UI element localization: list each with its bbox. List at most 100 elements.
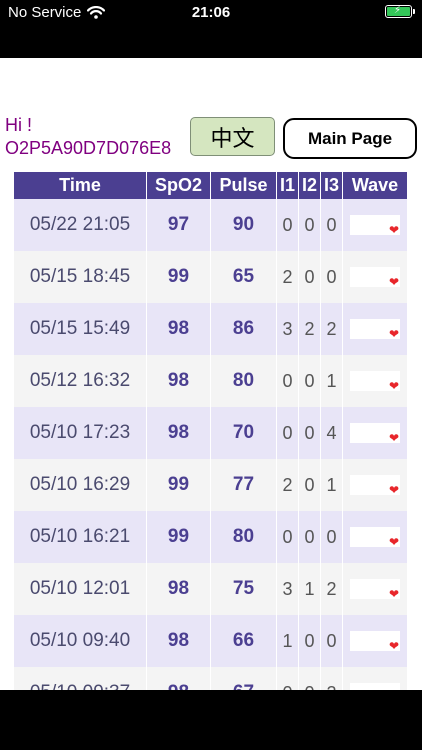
cell-time: 05/10 16:21 [14,511,147,563]
column-header-i1: I1 [277,172,299,199]
wave-thumbnail[interactable]: ❤ [350,683,400,690]
cell-time: 05/22 21:05 [14,199,147,251]
cell-i3: 0 [321,511,343,563]
cell-time: 05/10 12:01 [14,563,147,615]
heart-icon: ❤ [388,431,399,445]
cell-spo2: 98 [147,407,211,459]
battery-tip [413,9,415,14]
cell-spo2: 98 [147,615,211,667]
cell-i2: 0 [299,199,321,251]
cell-time: 05/10 09:37 [14,667,147,690]
cell-i1: 0 [277,407,299,459]
charging-bolt-icon: ⚡ [394,5,402,16]
cell-spo2: 98 [147,563,211,615]
table-row[interactable]: 05/12 16:32 98 80 0 0 1 ❤ [14,355,407,407]
cell-i2: 0 [299,615,321,667]
bottom-bar [0,690,422,750]
wave-thumbnail[interactable]: ❤ [350,475,400,496]
greeting-text: Hi ! [5,115,32,135]
device-id: O2P5A90D7D076E8 [5,138,172,158]
table-row[interactable]: 05/10 16:29 99 77 2 0 1 ❤ [14,459,407,511]
cell-i1: 0 [277,667,299,690]
wave-thumbnail[interactable]: ❤ [350,319,400,341]
battery-charging-icon: ⚡ [385,5,415,18]
cell-spo2: 98 [147,303,211,355]
cell-wave[interactable]: ❤ [343,667,407,690]
cell-i3: 1 [321,355,343,407]
heart-icon: ❤ [388,639,399,653]
main-page-button[interactable]: Main Page [283,118,417,159]
cell-wave[interactable]: ❤ [343,407,407,459]
table-body: 05/22 21:05 97 90 0 0 0 ❤ 05/15 18:45 99 65 2 0 0 ❤ 05… [14,199,407,690]
cell-i1: 2 [277,459,299,511]
wave-thumbnail[interactable]: ❤ [350,527,400,549]
cell-pulse: 80 [211,511,277,563]
cell-i3: 0 [321,199,343,251]
cell-pulse: 77 [211,459,277,511]
cell-pulse: 70 [211,407,277,459]
table-row[interactable]: 05/22 21:05 97 90 0 0 0 ❤ [14,199,407,251]
cell-pulse: 75 [211,563,277,615]
cell-wave[interactable]: ❤ [343,615,407,667]
wave-thumbnail[interactable]: ❤ [350,267,400,289]
cell-i3: 2 [321,667,343,690]
cell-wave[interactable]: ❤ [343,563,407,615]
wave-thumbnail[interactable]: ❤ [350,579,400,601]
table-row[interactable]: 05/15 15:49 98 86 3 2 2 ❤ [14,303,407,355]
column-header-spo2: SpO2 [147,172,211,199]
cell-time: 05/10 09:40 [14,615,147,667]
cell-time: 05/10 16:29 [14,459,147,511]
wave-thumbnail[interactable]: ❤ [350,215,400,237]
cell-i1: 3 [277,303,299,355]
table-row[interactable]: 05/15 18:45 99 65 2 0 0 ❤ [14,251,407,303]
heart-icon: ❤ [388,535,399,549]
cell-wave[interactable]: ❤ [343,459,407,511]
records-table: Time SpO2 Pulse I1 I2 I3 Wave 05/22 21:0… [14,172,407,690]
heart-icon: ❤ [388,223,399,237]
cell-i1: 3 [277,563,299,615]
app-content: Hi ! O2P5A90D7D076E8 中文 Main Page Time S… [0,58,422,690]
wave-thumbnail[interactable]: ❤ [350,423,400,445]
clock: 21:06 [191,4,231,21]
cell-spo2: 99 [147,511,211,563]
cell-pulse: 86 [211,303,277,355]
wave-thumbnail[interactable]: ❤ [350,371,400,393]
cell-i3: 1 [321,459,343,511]
cell-spo2: 99 [147,251,211,303]
table-row[interactable]: 05/10 16:21 99 80 0 0 0 ❤ [14,511,407,563]
heart-icon: ❤ [388,587,399,601]
cell-i1: 2 [277,251,299,303]
cell-wave[interactable]: ❤ [343,303,407,355]
cell-i2: 0 [299,355,321,407]
wave-thumbnail[interactable]: ❤ [350,631,400,653]
cell-pulse: 80 [211,355,277,407]
cell-pulse: 66 [211,615,277,667]
cell-wave[interactable]: ❤ [343,251,407,303]
cell-wave[interactable]: ❤ [343,511,407,563]
cell-i2: 0 [299,407,321,459]
table-row[interactable]: 05/10 09:40 98 66 1 0 0 ❤ [14,615,407,667]
cell-i3: 2 [321,303,343,355]
table-row[interactable]: 05/10 12:01 98 75 3 1 2 ❤ [14,563,407,615]
cell-i2: 0 [299,511,321,563]
table-row[interactable]: 05/10 09:379867002❤ [14,667,407,690]
heart-icon: ❤ [388,379,399,393]
cell-i2: 0 [299,251,321,303]
cell-time: 05/12 16:32 [14,355,147,407]
cell-pulse: 90 [211,199,277,251]
cell-spo2: 99 [147,459,211,511]
table-row[interactable]: 05/10 17:23 98 70 0 0 4 ❤ [14,407,407,459]
cell-wave[interactable]: ❤ [343,355,407,407]
cell-i2: 0 [299,459,321,511]
cell-wave[interactable]: ❤ [343,199,407,251]
heart-icon: ❤ [388,327,399,341]
cell-i1: 1 [277,615,299,667]
language-toggle-button[interactable]: 中文 [190,117,275,156]
column-header-wave: Wave [351,175,399,195]
status-bar: No Service 21:06 ⚡ [0,0,422,58]
column-header-i3: I3 [321,172,343,199]
heart-icon: ❤ [388,275,399,289]
cell-time: 05/15 15:49 [14,303,147,355]
cell-spo2: 98 [147,355,211,407]
cell-i2: 1 [299,563,321,615]
